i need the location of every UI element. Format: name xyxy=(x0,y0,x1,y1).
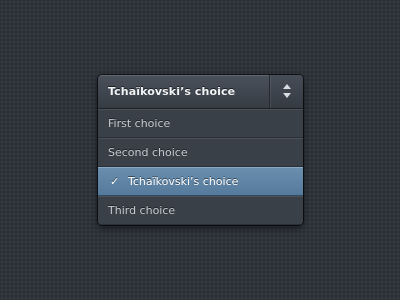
option-second-choice[interactable]: Second choice xyxy=(98,138,303,167)
checkmark-icon: ✓ xyxy=(110,175,120,188)
option-label: First choice xyxy=(108,117,171,130)
arrow-down-icon xyxy=(283,93,291,98)
custom-select[interactable]: Tchaïkovski’s choice First choice Second… xyxy=(98,75,303,225)
select-header[interactable]: Tchaïkovski’s choice xyxy=(98,75,303,109)
option-label: Third choice xyxy=(108,204,176,217)
option-label: Second choice xyxy=(108,146,188,159)
option-label: Tchaïkovski’s choice xyxy=(128,175,239,188)
option-first-choice[interactable]: First choice xyxy=(98,109,303,138)
option-tchaikovski-choice[interactable]: ✓ Tchaïkovski’s choice xyxy=(98,167,303,196)
option-list: First choice Second choice ✓ Tchaïkovski’… xyxy=(98,109,303,225)
up-down-arrows-icon[interactable] xyxy=(269,75,303,108)
selected-value: Tchaïkovski’s choice xyxy=(108,85,236,98)
arrow-up-icon xyxy=(283,84,291,89)
option-third-choice[interactable]: Third choice xyxy=(98,196,303,225)
